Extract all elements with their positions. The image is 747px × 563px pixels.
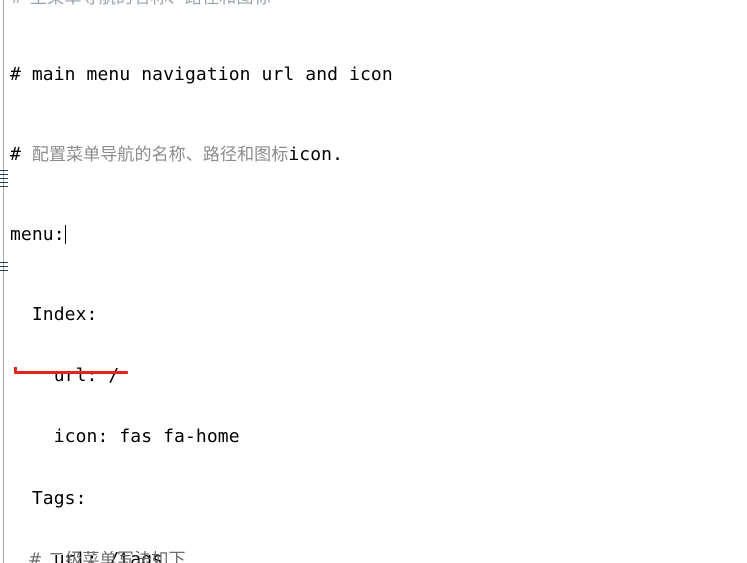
code-line-comment-cjk: # 配置菜单导航的名称、路径和图标icon. [10,143,393,166]
code-line: url: / [10,365,120,387]
code-line: Index: [10,304,98,326]
comment-hash: # [10,144,32,166]
code-editor-pane[interactable]: # 主菜单导航的名称、路径和图标 # main menu navigation … [0,0,747,563]
code-line: # main menu navigation url and icon [10,64,393,85]
gutter-marker-tick[interactable] [0,266,8,267]
menu-key-text: menu: [10,224,65,246]
gutter-marker-tick[interactable] [0,178,8,179]
code-line: Tags: [10,487,87,509]
code-line: icon: fas fa-home [10,426,240,448]
code-content[interactable]: # main menu navigation url and icon # 配置… [10,6,393,563]
gutter-divider [3,0,4,563]
gutter-marker-tick[interactable] [0,270,8,271]
gutter-marker-tick[interactable] [0,170,8,171]
comment-cjk-text: 配置菜单导航的名称、路径和图标 [31,145,289,166]
comment-suffix: icon. [288,144,344,166]
gutter-marker-tick[interactable] [0,262,8,263]
text-caret [64,225,67,245]
gutter-marker-tick[interactable] [0,182,8,183]
clipped-line-bottom: # 二级菜单写法如下 [28,551,186,563]
red-annotation-underline [14,367,128,374]
gutter-marker-tick[interactable] [0,186,8,187]
code-line-menu-key: menu: [10,223,393,246]
gutter-marker-tick[interactable] [0,174,8,175]
